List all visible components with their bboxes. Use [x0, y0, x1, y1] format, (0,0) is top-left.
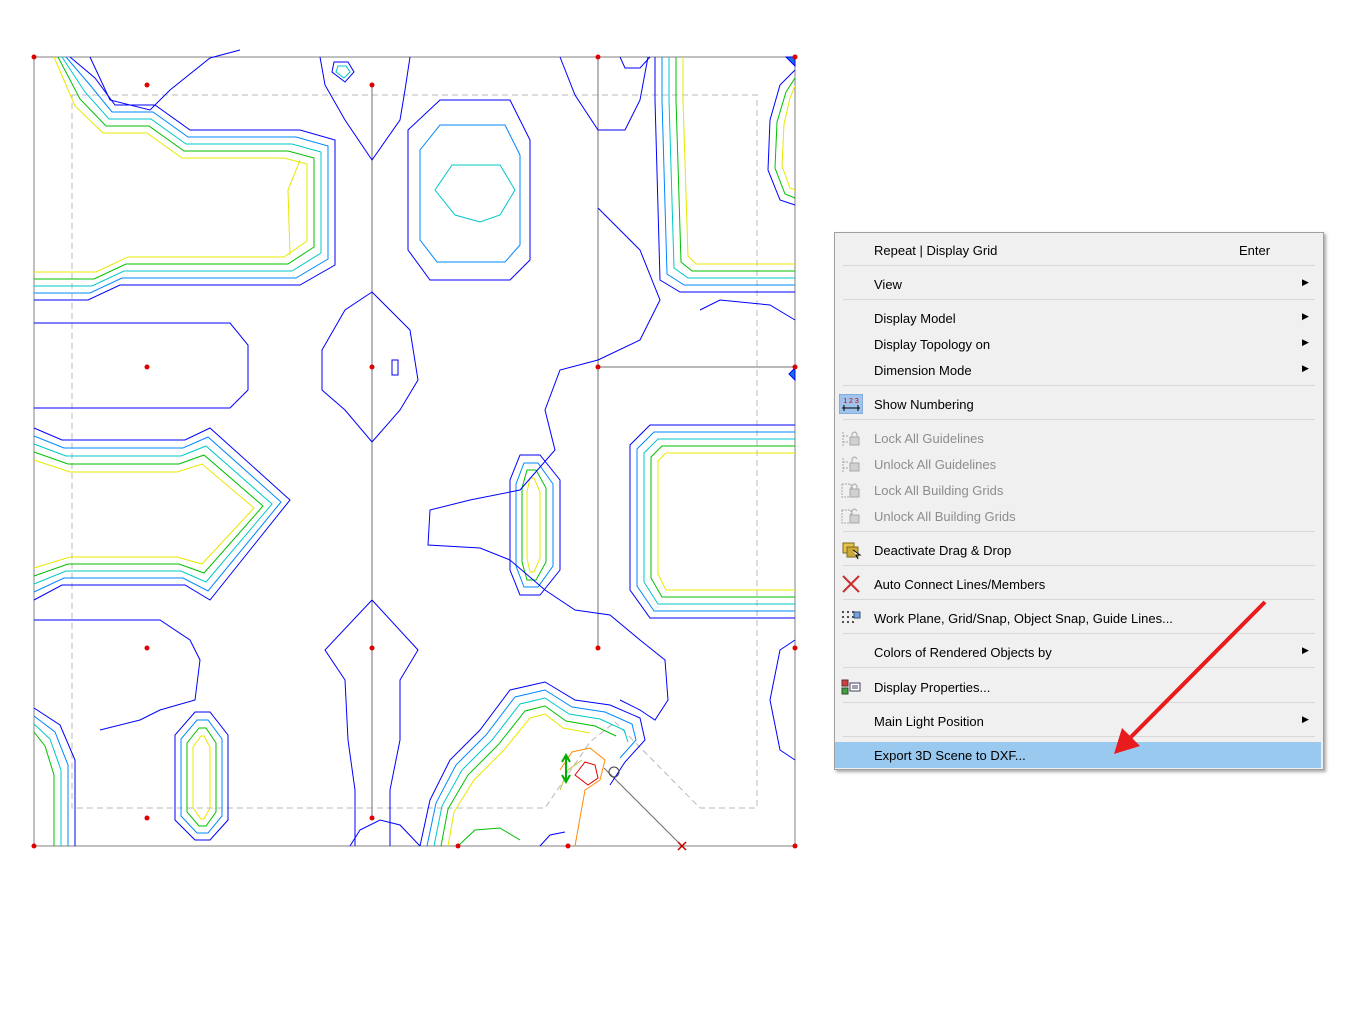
- node-markers: [31, 54, 798, 849]
- menu-separator: [843, 265, 1315, 266]
- menu-item-colors-of-rendered-objects[interactable]: Colors of Rendered Objects by ▶: [837, 639, 1321, 665]
- menu-item-unlock-all-building-grids: Unlock All Building Grids: [837, 503, 1321, 529]
- menu-separator: [843, 531, 1315, 532]
- menu-separator: [843, 299, 1315, 300]
- unlock-building-grids-icon: [839, 506, 863, 526]
- auto-connect-icon: [839, 574, 863, 594]
- menu-item-label: Repeat | Display Grid: [874, 243, 998, 258]
- menu-item-label: Dimension Mode: [874, 363, 972, 378]
- menu-item-label: Colors of Rendered Objects by: [874, 645, 1052, 660]
- menu-item-label: Lock All Building Grids: [874, 483, 1004, 498]
- menu-item-label: Main Light Position: [874, 714, 984, 729]
- lock-building-grids-icon: [839, 480, 863, 500]
- menu-item-display-properties[interactable]: Display Properties...: [837, 674, 1321, 700]
- contour-bottom-center: [349, 681, 646, 847]
- submenu-arrow-icon: ▶: [1302, 277, 1309, 287]
- menu-separator: [843, 702, 1315, 703]
- menu-item-shortcut: Enter: [1239, 243, 1271, 258]
- submenu-arrow-icon: ▶: [1302, 645, 1309, 655]
- menu-item-work-plane-grid-snap[interactable]: Work Plane, Grid/Snap, Object Snap, Guid…: [837, 605, 1321, 631]
- support-marker-right: [788, 366, 796, 382]
- menu-item-label: Unlock All Building Grids: [874, 509, 1016, 524]
- menu-item-export-3d-scene-dxf[interactable]: Export 3D Scene to DXF...: [835, 742, 1321, 768]
- menu-item-label: Lock All Guidelines: [874, 431, 984, 446]
- dashed-outline: [71, 94, 758, 809]
- menu-item-view[interactable]: View ▶: [837, 271, 1321, 297]
- menu-item-lock-all-guidelines: Lock All Guidelines: [837, 425, 1321, 451]
- menu-item-label: View: [874, 277, 902, 292]
- contour-bottom-left: [33, 707, 229, 846]
- menu-item-unlock-all-guidelines: Unlock All Guidelines: [837, 451, 1321, 477]
- display-properties-icon: [839, 677, 863, 697]
- submenu-arrow-icon: ▶: [1302, 714, 1309, 724]
- grid-lines: [371, 57, 795, 847]
- slab-boundary: [33, 56, 796, 847]
- menu-item-lock-all-building-grids: Lock All Building Grids: [837, 477, 1321, 503]
- submenu-arrow-icon: ▶: [1302, 311, 1309, 321]
- menu-separator: [843, 633, 1315, 634]
- menu-separator: [843, 385, 1315, 386]
- menu-item-display-topology-on[interactable]: Display Topology on ▶: [837, 331, 1321, 357]
- menu-separator: [843, 599, 1315, 600]
- menu-item-main-light-position[interactable]: Main Light Position ▶: [837, 708, 1321, 734]
- menu-separator: [843, 565, 1315, 566]
- submenu-arrow-icon: ▶: [1302, 337, 1309, 347]
- menu-item-label: Show Numbering: [874, 397, 974, 412]
- menu-item-auto-connect-lines-members[interactable]: Auto Connect Lines/Members: [837, 571, 1321, 597]
- menu-item-repeat-display-grid[interactable]: Repeat | Display Grid Enter: [837, 237, 1321, 263]
- contour-right-top: [654, 57, 796, 293]
- menu-item-display-model[interactable]: Display Model ▶: [837, 305, 1321, 331]
- menu-item-show-numbering[interactable]: 1 2 3 Show Numbering: [837, 391, 1321, 417]
- work-plane-grid-icon: [839, 608, 863, 628]
- contour-center: [331, 61, 561, 596]
- menu-item-label: Export 3D Scene to DXF...: [874, 748, 1026, 763]
- menu-item-deactivate-drag-drop[interactable]: Deactivate Drag & Drop: [837, 537, 1321, 563]
- green-arrow-icon: [561, 752, 571, 785]
- menu-item-label: Display Topology on: [874, 337, 991, 352]
- menu-item-label: Deactivate Drag & Drop: [874, 543, 1012, 558]
- lock-guidelines-icon: [839, 428, 863, 448]
- menu-item-dimension-mode[interactable]: Dimension Mode ▶: [837, 357, 1321, 383]
- numbering-icon: 1 2 3: [838, 393, 864, 415]
- context-menu: Repeat | Display Grid Enter View ▶ Displ…: [834, 232, 1324, 770]
- contour-top-left: [34, 56, 336, 301]
- menu-item-label: Unlock All Guidelines: [874, 457, 997, 472]
- svg-text:1 2 3: 1 2 3: [843, 398, 859, 405]
- model-canvas[interactable]: [0, 0, 820, 880]
- menu-item-label: Display Model: [874, 311, 956, 326]
- menu-separator: [843, 419, 1315, 420]
- menu-item-label: Work Plane, Grid/Snap, Object Snap, Guid…: [874, 611, 1173, 626]
- drag-drop-icon: [839, 540, 863, 560]
- contour-right-middle: [629, 424, 795, 619]
- menu-item-label: Auto Connect Lines/Members: [874, 577, 1046, 592]
- menu-separator: [843, 736, 1315, 737]
- unlock-guidelines-icon: [839, 454, 863, 474]
- submenu-arrow-icon: ▶: [1302, 363, 1309, 373]
- small-node-circle: [608, 766, 620, 778]
- menu-item-label: Display Properties...: [874, 680, 991, 695]
- menu-separator: [843, 667, 1315, 668]
